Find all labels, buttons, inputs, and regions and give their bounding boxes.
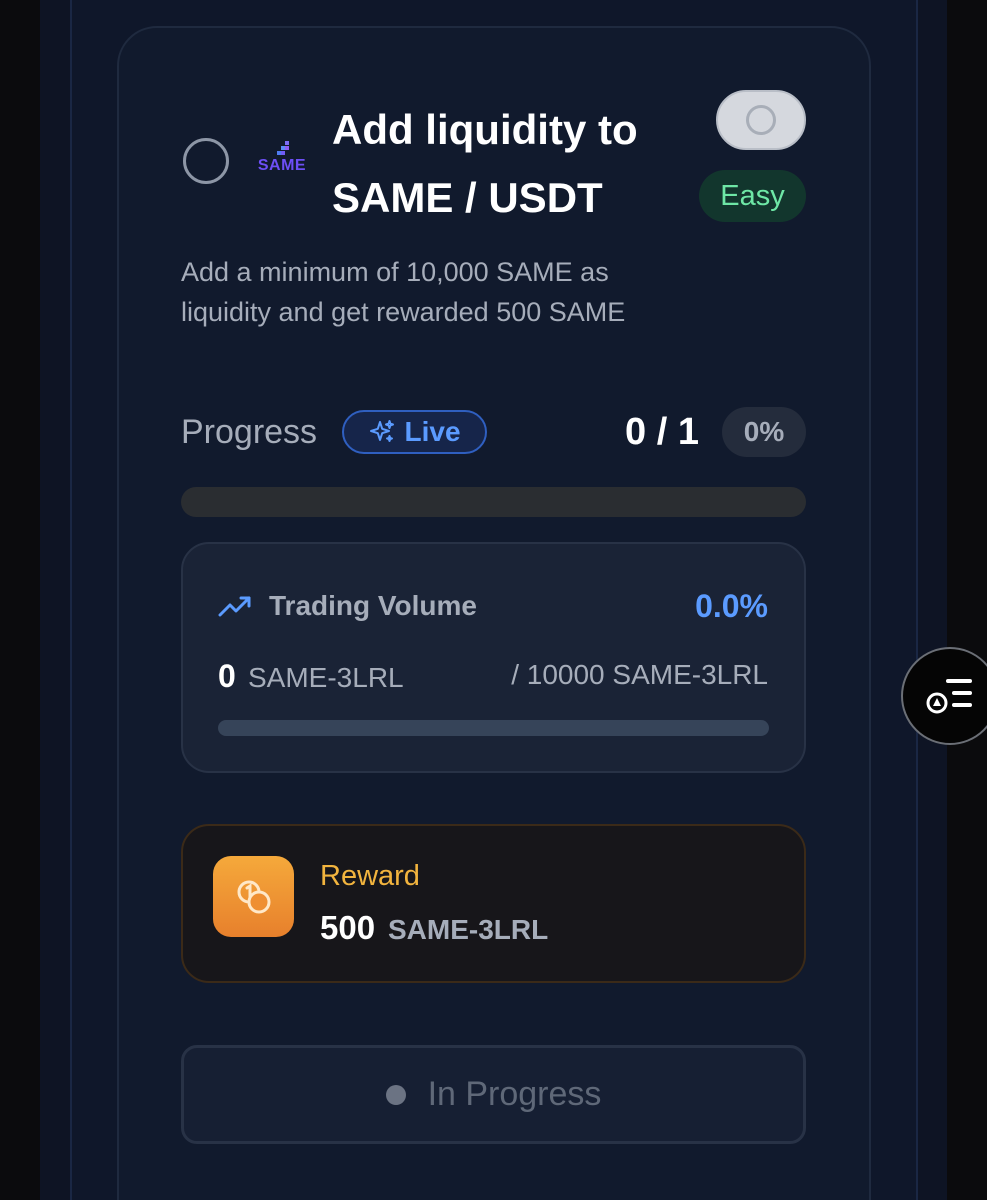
reward-icon-tile (213, 856, 294, 937)
task-select-radio[interactable] (183, 138, 229, 184)
task-title-line1: Add liquidity to (332, 106, 638, 153)
reward-unit: SAME-3LRL (388, 914, 549, 945)
progress-label: Progress (181, 413, 318, 451)
trading-volume-title: Trading Volume (269, 590, 477, 621)
task-toggle[interactable] (716, 90, 806, 150)
reward-label: Reward (320, 860, 420, 892)
reward-amount: 500 (320, 909, 376, 946)
in-progress-button[interactable]: In Progress (181, 1045, 806, 1144)
trading-volume-bar (218, 720, 769, 736)
same-logo-mark-icon (277, 141, 289, 155)
sparkles-icon (370, 420, 395, 442)
status-button-label: In Progress (427, 1075, 602, 1113)
coins-icon (237, 880, 270, 913)
trending-up-icon (218, 596, 251, 617)
task-title-line2: SAME / USDT (332, 174, 603, 221)
same-logo: SAME (256, 140, 308, 180)
difficulty-badge: Easy (699, 170, 806, 222)
task-description: Add a minimum of 10,000 SAME as liquidit… (181, 257, 626, 327)
progress-percent-badge: 0% (722, 407, 806, 457)
task-list-icon (926, 679, 972, 714)
live-badge: Live (342, 410, 487, 454)
trading-volume-current-unit: SAME-3LRL (248, 662, 404, 693)
trading-volume-current: 0 (218, 658, 236, 694)
trading-volume-percent: 0.0% (695, 588, 768, 624)
trading-volume-target: / 10000 SAME-3LRL (511, 659, 768, 690)
progress-bar (181, 487, 806, 517)
status-dot-icon (385, 1084, 406, 1105)
toggle-knob (746, 105, 776, 135)
same-logo-text: SAME (257, 157, 307, 174)
task-title: Add liquidity to SAME / USDT (332, 96, 692, 232)
progress-count: 0 / 1 (625, 411, 699, 453)
live-label: Live (404, 416, 461, 447)
